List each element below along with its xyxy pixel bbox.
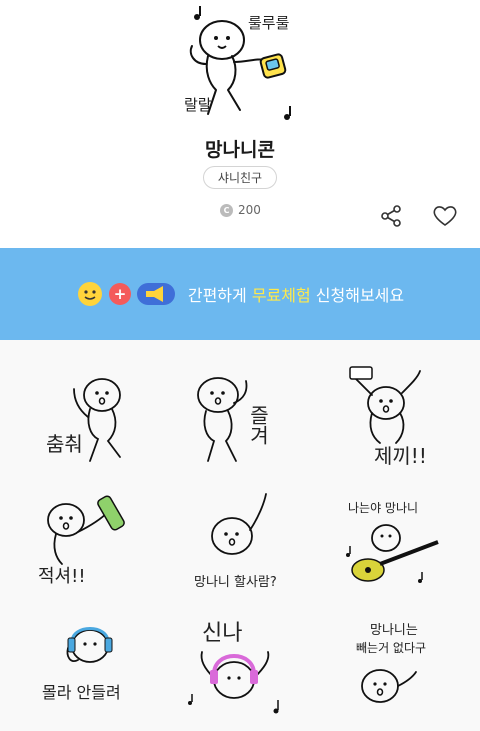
sticker-headphones[interactable]: 몰라 안들려 (40, 612, 160, 722)
sticker-enjoy-image: 즐겨 (197, 377, 270, 462)
sticker-dance-label: 춤춰 (46, 432, 83, 456)
banner-text-highlight: 무료체험 (251, 286, 311, 305)
sticker-no-holding-back-label-1: 망나니는 (370, 623, 418, 638)
price: C 200 (220, 203, 261, 217)
hero-sticker-image: 룰루룰 랄랄 (184, 6, 291, 120)
sticker-headphones-image: 몰라 안들려 (42, 627, 121, 702)
sticker-excited[interactable]: 신나 (186, 612, 306, 722)
share-button[interactable] (375, 200, 407, 232)
sticker-drink-label: 적셔!! (38, 566, 86, 587)
sticker-drink[interactable]: 적셔!! (38, 490, 158, 600)
heart-icon (433, 206, 457, 226)
sticker-guitar-image: 나는야 망나니 (346, 501, 439, 583)
hero-text-bottom: 랄랄 (184, 96, 212, 114)
sticker-excited-image: 신나 (188, 621, 279, 714)
banner-icons: + (76, 280, 176, 308)
sticker-skip[interactable]: 제끼!! (332, 365, 452, 475)
like-button[interactable] (428, 200, 462, 232)
free-trial-banner[interactable]: + 간편하게 무료체험 신청해보세요 (0, 248, 480, 340)
sticker-who-image: 망나니 할사람? (194, 493, 277, 590)
product-header: 룰루룰 랄랄 망나니콘 샤니친구 C 200 (0, 0, 480, 248)
sticker-skip-image: 제끼!! (349, 366, 427, 468)
sticker-guitar-label: 나는야 망나니 (348, 501, 418, 515)
sticker-guitar[interactable]: 나는야 망나니 (340, 490, 460, 600)
sticker-excited-label: 신나 (202, 621, 242, 646)
sticker-dance[interactable]: 춤춰 (40, 365, 160, 475)
banner-text-after: 신청해보세요 (310, 286, 405, 305)
banner-text-before: 간편하게 (187, 286, 252, 305)
sticker-grid: 춤춰 즐겨 제끼!! 적셔!! 망나니 할사람? 나는야 망나니 몰라 안들려 … (0, 340, 480, 731)
author-chip[interactable]: 샤니친구 (203, 166, 277, 189)
megaphone-icon (136, 283, 175, 305)
sticker-no-holding-back-image: 망나니는 빼는거 없다구 (356, 623, 426, 703)
sticker-drink-image: 적셔!! (38, 495, 125, 587)
price-value: 200 (238, 203, 261, 217)
plus-icon: + (108, 283, 131, 305)
coin-icon: C (220, 203, 233, 217)
sticker-enjoy-label: 즐겨 (246, 405, 270, 445)
hero-text-top: 룰루룰 (248, 14, 290, 32)
sticker-headphones-label: 몰라 안들려 (42, 683, 121, 702)
sticker-skip-label: 제끼!! (374, 444, 427, 468)
sticker-who-label: 망나니 할사람? (194, 575, 277, 590)
sticker-dance-image: 춤춰 (46, 378, 121, 462)
sticker-no-holding-back[interactable]: 망나니는 빼는거 없다구 (340, 612, 460, 722)
share-icon (381, 205, 401, 227)
sticker-who[interactable]: 망나니 할사람? (180, 490, 300, 600)
sticker-enjoy[interactable]: 즐겨 (180, 365, 300, 475)
banner-text: 간편하게 무료체험 신청해보세요 (188, 282, 404, 306)
sticker-no-holding-back-label-2: 빼는거 없다구 (356, 641, 426, 655)
svg-text:+: + (114, 285, 127, 303)
page-title: 망나니콘 (205, 139, 275, 161)
smiley-icon (77, 282, 102, 306)
